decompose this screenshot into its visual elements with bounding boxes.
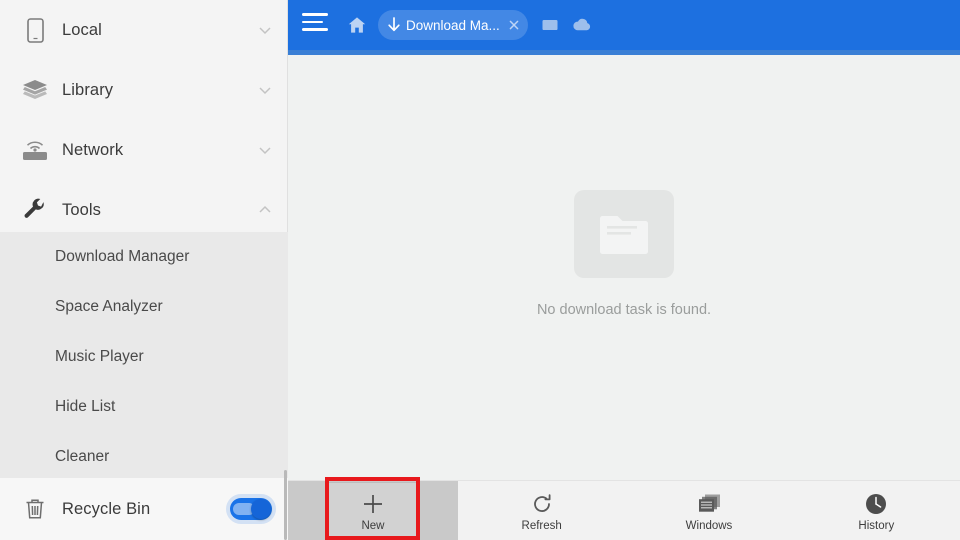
sidebar-scrollbar[interactable] <box>284 470 287 540</box>
sidebar-item-label: Library <box>62 80 114 99</box>
sidebar-subitem-cleaner[interactable]: Cleaner <box>0 432 288 482</box>
empty-folder-icon <box>574 189 674 278</box>
refresh-button[interactable]: Refresh <box>458 481 625 540</box>
app-root: Local Library Network Tools Download Man… <box>0 0 960 540</box>
chevron-down-icon[interactable] <box>256 21 274 39</box>
sidebar-item-label: Local <box>62 20 102 39</box>
tab-title: Download Ma... <box>406 17 500 33</box>
recycle-bin-toggle[interactable] <box>230 498 272 520</box>
hamburger-line <box>302 20 323 23</box>
refresh-icon <box>530 491 554 517</box>
windows-button-label: Windows <box>685 519 733 532</box>
sidebar-subitem-label: Cleaner <box>55 448 110 465</box>
sidebar-subitem-label: Music Player <box>55 348 144 365</box>
close-icon[interactable] <box>506 17 522 33</box>
history-button[interactable]: History <box>793 481 960 540</box>
windows-icon[interactable] <box>540 15 560 35</box>
empty-state: No download task is found. <box>288 55 960 480</box>
new-button[interactable]: New <box>327 482 419 540</box>
bottom-toolbar-buttons: Refresh Windows History <box>458 481 960 540</box>
clock-icon <box>864 491 888 517</box>
sidebar-item-library[interactable]: Library <box>0 60 288 120</box>
router-icon <box>18 135 52 165</box>
empty-state-message: No download task is found. <box>536 301 712 318</box>
sidebar-subitem-hide-list[interactable]: Hide List <box>0 382 288 432</box>
sidebar-item-network[interactable]: Network <box>0 120 288 180</box>
chevron-down-icon[interactable] <box>256 81 274 99</box>
wrench-icon <box>18 195 52 225</box>
cloud-icon[interactable] <box>572 15 592 35</box>
sidebar-subitem-space-analyzer[interactable]: Space Analyzer <box>0 282 288 332</box>
new-button-label: New <box>361 519 385 532</box>
chevron-down-icon[interactable] <box>256 141 274 159</box>
hamburger-line <box>302 13 328 16</box>
sidebar-subitem-label: Space Analyzer <box>55 298 163 315</box>
main-area: Download Ma... No download task is found… <box>288 0 960 540</box>
sidebar-item-recycle-bin[interactable]: Recycle Bin <box>0 478 288 540</box>
sidebar-item-local[interactable]: Local <box>0 0 288 60</box>
hamburger-line <box>302 28 328 31</box>
layers-icon <box>18 75 52 105</box>
history-button-label: History <box>858 519 895 532</box>
hamburger-icon[interactable] <box>302 13 332 37</box>
phone-icon <box>18 15 52 45</box>
toggle-knob <box>251 499 271 519</box>
sidebar-item-label: Network <box>62 140 124 159</box>
top-toolbar: Download Ma... <box>288 0 960 50</box>
bottom-toolbar: New Refresh Windows History <box>288 480 960 540</box>
sidebar-item-tools[interactable]: Tools <box>0 180 288 240</box>
refresh-button-label: Refresh <box>521 519 562 532</box>
windows-stack-icon <box>697 491 721 517</box>
sidebar-subitem-label: Hide List <box>55 398 116 415</box>
windows-button[interactable]: Windows <box>625 481 792 540</box>
sidebar: Local Library Network Tools Download Man… <box>0 0 288 540</box>
new-button-zone: New <box>288 481 458 540</box>
plus-icon <box>360 491 386 517</box>
download-arrow-icon <box>386 16 402 34</box>
tab-download-manager[interactable]: Download Ma... <box>378 10 528 40</box>
sidebar-subitem-label: Download Manager <box>55 248 190 265</box>
sidebar-subitem-music-player[interactable]: Music Player <box>0 332 288 382</box>
trash-icon <box>18 494 52 524</box>
sidebar-submenu-tools: Download Manager Space Analyzer Music Pl… <box>0 232 288 478</box>
chevron-up-icon[interactable] <box>256 201 274 219</box>
sidebar-item-label: Recycle Bin <box>62 499 151 518</box>
sidebar-subitem-download-manager[interactable]: Download Manager <box>0 232 288 282</box>
sidebar-item-label: Tools <box>62 200 102 219</box>
home-icon[interactable] <box>344 12 370 38</box>
